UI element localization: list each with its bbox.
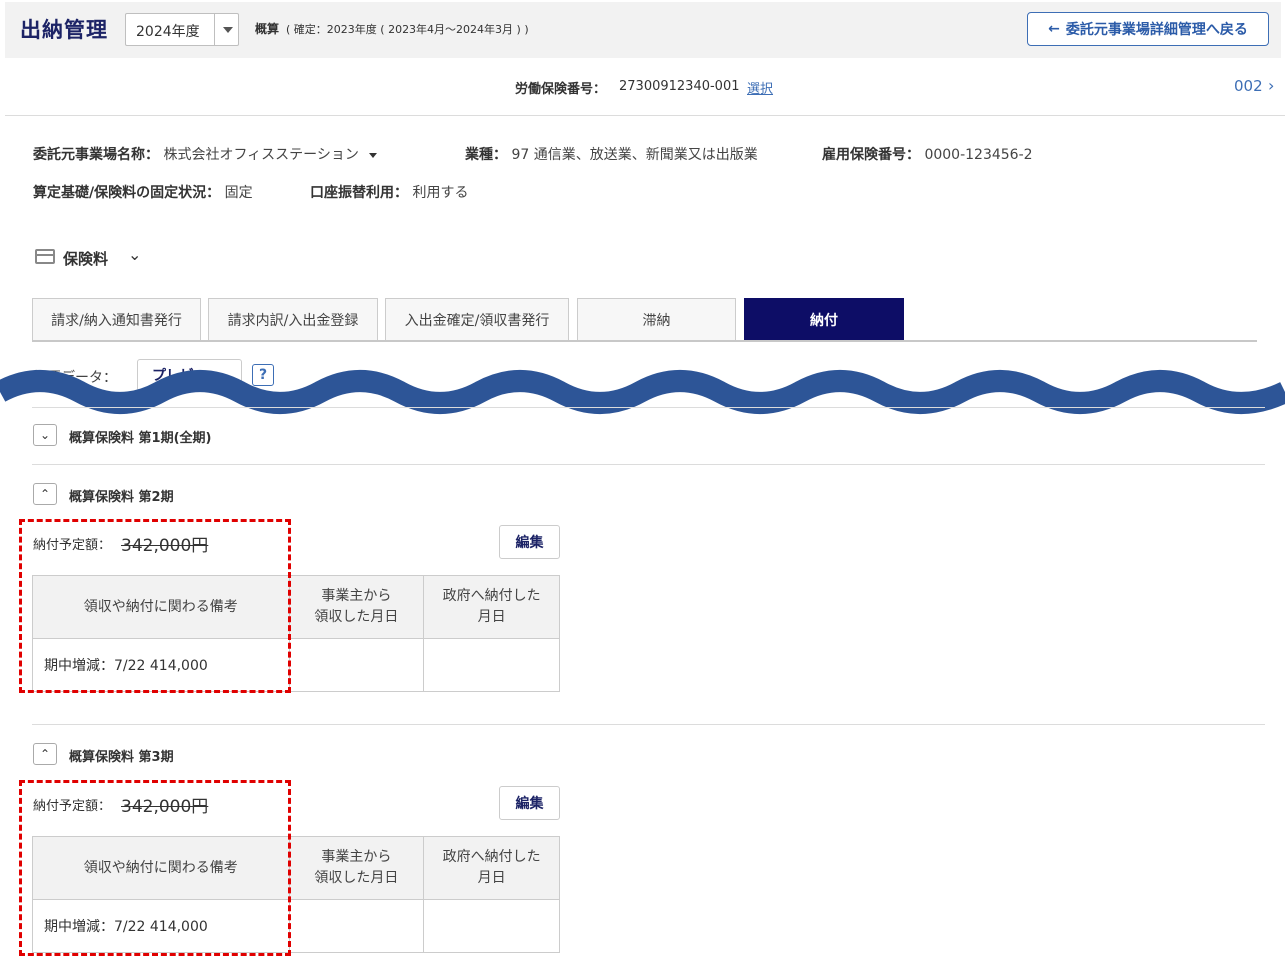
period2-edit-button[interactable]: 編集 (499, 525, 560, 559)
calc-type-label: 概算 (255, 22, 280, 36)
period3-edit-button[interactable]: 編集 (499, 786, 560, 820)
received-date-header-line2: 領収した月日 (314, 870, 399, 886)
calc-period-detail: ( 確定：2023年度 ( 2023年4月～2024年3月 ) ) (286, 23, 529, 36)
back-button-label: 委託元事業場詳細管理へ戻る (1065, 22, 1248, 38)
highlight-box (19, 519, 291, 693)
received-date-header-line1: 事業主から (321, 849, 392, 865)
year-select-divider (214, 14, 215, 45)
collapse-period2-button[interactable]: ⌃ (33, 483, 57, 505)
divider (32, 464, 1265, 465)
tab-deposit-confirm[interactable]: 入出金確定/領収書発行 (385, 298, 569, 340)
highlight-box (19, 780, 291, 956)
employment-insurance-value: 0000-123456-2 (924, 147, 1033, 163)
fixed-status-field: 算定基礎/保険料の固定状況： 固定 (33, 182, 253, 202)
period1-title: 概算保険料 第1期(全期) (69, 431, 212, 446)
chevron-up-icon: ⌃ (39, 747, 51, 761)
industry-value: 97 通信業、放送業、新聞業又は出版業 (511, 147, 758, 163)
paid-date-header-line1: 政府へ納付した (442, 588, 541, 604)
tab-invoice-issue[interactable]: 請求/納入通知書発行 (32, 298, 201, 340)
paid-date-cell (423, 638, 560, 692)
chevron-down-icon: ⌄ (39, 428, 51, 442)
back-to-client-detail-button[interactable]: ← 委託元事業場詳細管理へ戻る (1027, 12, 1269, 46)
paid-date-header: 政府へ納付した 月日 (423, 575, 560, 639)
tab-delinquency[interactable]: 滞納 (577, 298, 736, 340)
paid-date-header: 政府へ納付した 月日 (423, 836, 560, 900)
year-select-value: 2024年度 (136, 24, 200, 40)
page-title: 出納管理 (20, 18, 108, 42)
fixed-status-value: 固定 (224, 185, 253, 201)
received-date-header-line2: 領収した月日 (314, 609, 399, 625)
account-transfer-field: 口座振替利用： 利用する (310, 182, 468, 202)
received-date-header: 事業主から 領収した月日 (288, 575, 425, 639)
client-name-label: 委託元事業場名称： (33, 147, 159, 163)
divider (32, 407, 1265, 408)
paid-date-header-line1: 政府へ納付した (442, 849, 541, 865)
account-transfer-label: 口座振替利用： (310, 185, 408, 201)
received-date-cell (288, 899, 425, 953)
collapse-period3-button[interactable]: ⌃ (33, 743, 57, 765)
caret-down-icon[interactable] (368, 152, 377, 158)
chevron-right-icon[interactable]: › (1268, 76, 1274, 95)
next-page-number[interactable]: 002 (1234, 77, 1263, 95)
labor-insurance-label: 労働保険番号： (515, 82, 607, 97)
tab-payment[interactable]: 納付 (744, 298, 904, 340)
labor-insurance-value: 27300912340-001 (619, 79, 740, 94)
section-title: 保険料 (63, 250, 109, 268)
year-select[interactable]: 2024年度 (125, 13, 239, 46)
chevron-down-icon[interactable]: ⌄ (128, 245, 141, 264)
received-date-header-line1: 事業主から (321, 588, 392, 604)
paid-date-header-line2: 月日 (477, 870, 506, 886)
client-name-field: 委託元事業場名称： 株式会社オフィスステーション (33, 144, 377, 164)
paid-date-header-line2: 月日 (477, 609, 506, 625)
received-date-cell (288, 638, 425, 692)
received-date-header: 事業主から 領収した月日 (288, 836, 425, 900)
employment-insurance-field: 雇用保険番号： 0000-123456-2 (822, 144, 1033, 164)
client-name-value[interactable]: 株式会社オフィスステーション (163, 147, 358, 163)
arrow-left-icon: ← (1048, 21, 1060, 37)
tab-invoice-breakdown[interactable]: 請求内訳/入出金登録 (208, 298, 378, 340)
caret-down-icon (223, 27, 233, 33)
wave-break-divider (0, 370, 1285, 414)
expand-period1-button[interactable]: ⌄ (33, 424, 57, 446)
industry-label: 業種： (465, 147, 507, 163)
account-transfer-value: 利用する (412, 185, 469, 201)
divider (32, 724, 1265, 725)
period3-title: 概算保険料 第3期 (69, 750, 174, 765)
paid-date-cell (423, 899, 560, 953)
tab-underline (32, 340, 1257, 342)
period2-title: 概算保険料 第2期 (69, 490, 174, 505)
select-insurance-link[interactable]: 選択 (747, 78, 773, 97)
divider (5, 115, 1285, 116)
industry-field: 業種： 97 通信業、放送業、新聞業又は出版業 (465, 144, 758, 164)
chevron-up-icon: ⌃ (39, 487, 51, 501)
fixed-status-label: 算定基礎/保険料の固定状況： (33, 185, 221, 201)
credit-card-icon (35, 249, 55, 264)
employment-insurance-label: 雇用保険番号： (822, 147, 920, 163)
